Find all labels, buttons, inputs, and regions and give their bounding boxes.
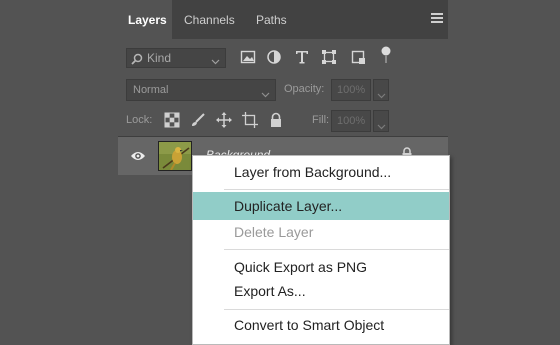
tab-layers[interactable]: Layers [118, 0, 172, 39]
opacity-slider-button[interactable] [373, 79, 389, 101]
shape-filter-icon[interactable] [321, 49, 339, 67]
lock-label: Lock: [126, 114, 153, 126]
filter-row: Kind [118, 39, 448, 77]
kind-filter-select[interactable]: Kind [126, 48, 226, 68]
type-filter-icon[interactable] [294, 49, 312, 67]
image-filter-icon[interactable] [240, 49, 258, 67]
panel-tab-bar: Layers Channels Paths [118, 0, 448, 39]
layer-context-menu: Layer from Background... Duplicate Layer… [192, 155, 450, 345]
fill-label: Fill: [312, 114, 330, 126]
smart-object-filter-icon[interactable] [350, 49, 368, 67]
search-icon [131, 52, 143, 70]
kind-filter-label: Kind [147, 51, 172, 65]
opacity-label: Opacity: [284, 83, 325, 95]
menu-item-delete-layer[interactable]: Delete Layer [193, 218, 449, 246]
menu-item-duplicate-layer[interactable]: Duplicate Layer... [193, 192, 449, 220]
hamburger-icon[interactable] [431, 13, 443, 25]
filter-toggle-icon[interactable] [380, 45, 398, 63]
fill-slider-button[interactable] [373, 110, 389, 132]
menu-item-layer-from-background[interactable]: Layer from Background... [193, 158, 449, 186]
lock-all-icon[interactable] [268, 112, 284, 128]
chevron-down-icon [377, 118, 386, 136]
menu-item-export-as[interactable]: Export As... [193, 277, 449, 305]
chevron-down-icon [261, 86, 270, 106]
blend-mode-select[interactable]: Normal [126, 79, 276, 101]
menu-separator [224, 189, 449, 190]
blend-mode-value: Normal [133, 84, 169, 96]
tab-channels[interactable]: Channels [174, 0, 245, 39]
fill-field[interactable]: 100% [331, 110, 371, 132]
chevron-down-icon [211, 53, 220, 71]
opacity-field[interactable]: 100% [331, 79, 371, 101]
blend-row: Normal Opacity: 100% [118, 77, 448, 103]
chevron-down-icon [377, 87, 386, 105]
layer-thumbnail [158, 141, 192, 171]
lock-row: Lock: Fill: 100% [118, 106, 448, 137]
eye-icon[interactable] [130, 149, 146, 167]
lock-artboard-icon[interactable] [242, 112, 258, 128]
lock-position-icon[interactable] [216, 112, 232, 128]
menu-separator [224, 249, 449, 250]
tab-paths[interactable]: Paths [246, 0, 297, 39]
menu-item-convert-to-smart-object[interactable]: Convert to Smart Object [193, 311, 449, 339]
lock-transparent-pixels-icon[interactable] [164, 112, 180, 128]
adjustment-filter-icon[interactable] [266, 49, 284, 67]
lock-image-pixels-icon[interactable] [190, 112, 206, 128]
menu-separator [224, 309, 449, 310]
